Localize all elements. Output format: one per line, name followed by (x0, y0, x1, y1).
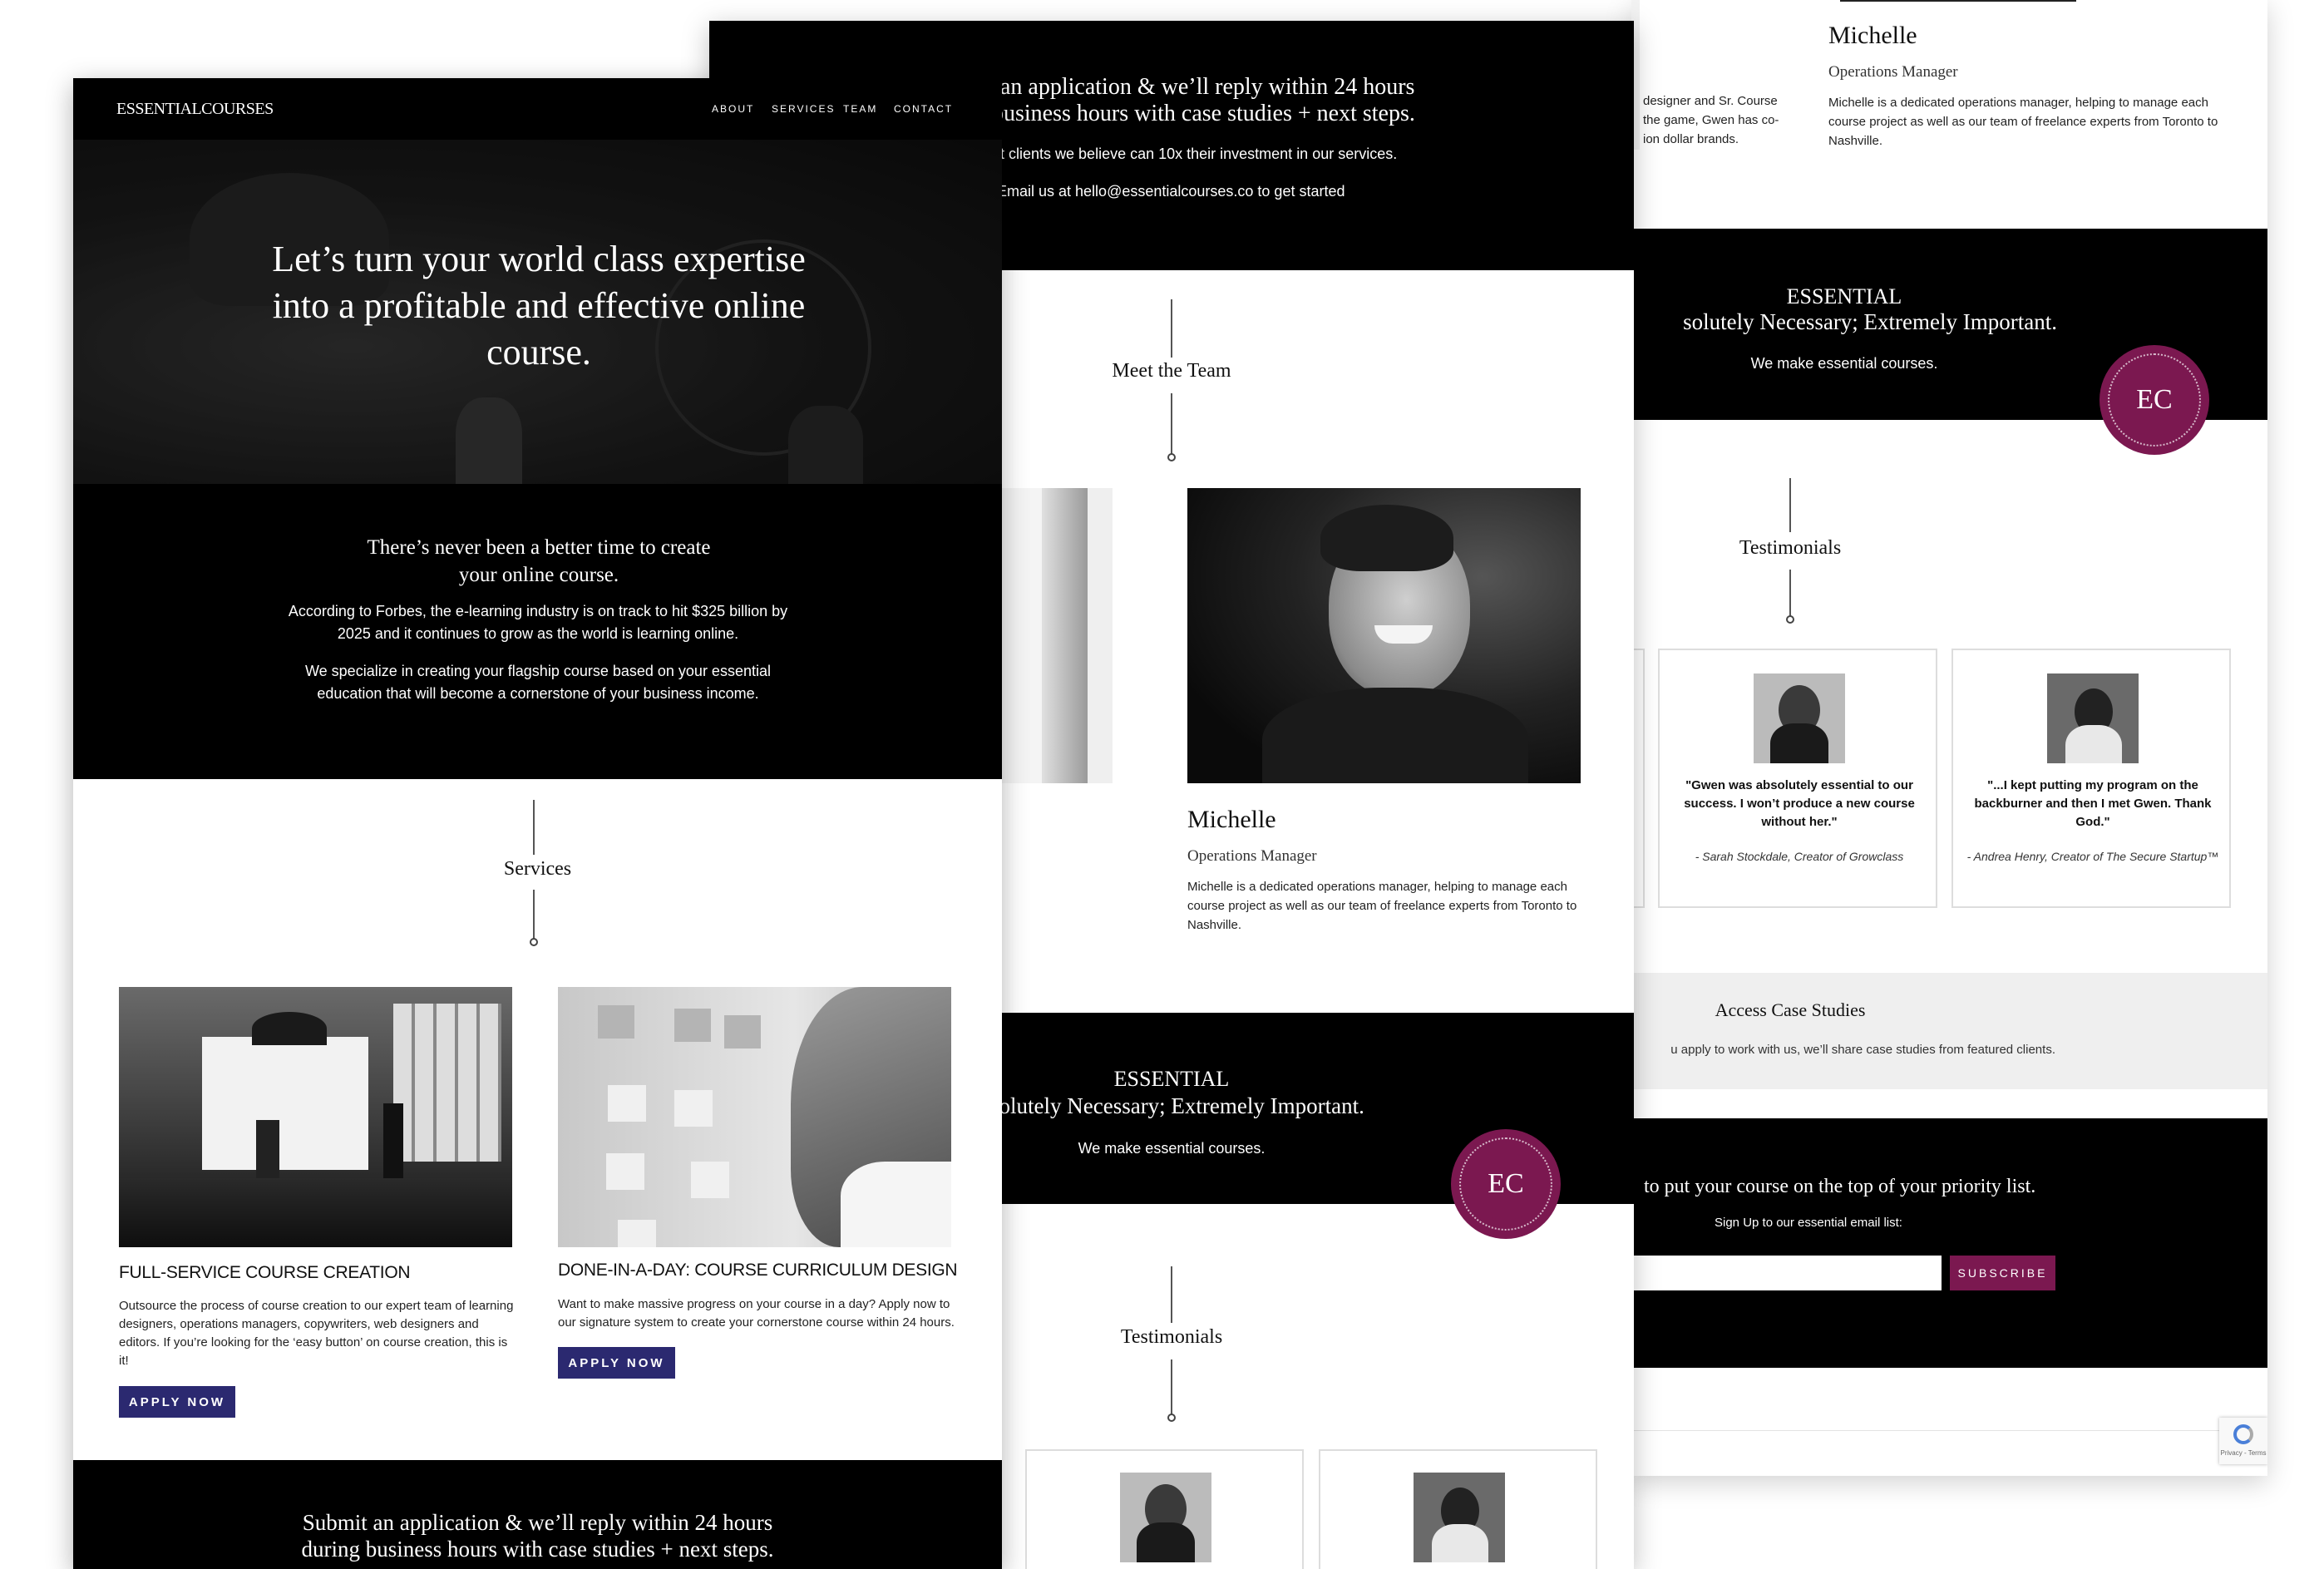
hero-title: Let’s turn your world class expertise in… (272, 239, 806, 373)
apply-now-button[interactable]: APPLY NOW (558, 1347, 675, 1379)
recaptcha-badge[interactable]: Privacy - Terms (2219, 1418, 2267, 1464)
section-line (1171, 1359, 1172, 1418)
testimonial-card (1025, 1449, 1304, 1569)
section-line (1171, 393, 1172, 456)
intro-p1: According to Forbes, the e-learning indu… (288, 603, 788, 642)
subscribe-heading: to put your course on the top of your pr… (1644, 1176, 2036, 1197)
apply-now-button[interactable]: APPLY NOW (119, 1386, 235, 1418)
subscribe-button[interactable]: SUBSCRIBE (1950, 1256, 2055, 1290)
subscribe-label: Sign Up to our essential email list: (1715, 1216, 1902, 1230)
testimonial-quote: "...I kept putting my program on the bac… (1974, 778, 2212, 829)
page-preview-front: ESSENTIALCOURSES ABOUT SERVICES TEAM CON… (73, 78, 1002, 1569)
testimonial-author: - Andrea Henry, Creator of The Secure St… (1966, 850, 2219, 863)
badge-ring (2108, 353, 2201, 447)
member-name: Michelle (1187, 806, 1276, 833)
page-preview-right: designer and Sr. Course the game, Gwen ha… (1631, 0, 2267, 1476)
divider (1840, 0, 2076, 2)
testimonials-heading: Testimonials (1739, 537, 1842, 559)
section-dot (530, 938, 538, 946)
essential-title: ESSENTIAL (1786, 284, 1902, 308)
testimonial-photo (1414, 1473, 1505, 1562)
email-input[interactable] (1631, 1256, 1942, 1290)
member-bio: Michelle is a dedicated operations manag… (1828, 96, 2218, 148)
intro-p2: We specialize in creating your flagship … (305, 663, 771, 702)
intro-heading: There’s never been a better time to crea… (367, 536, 711, 586)
testimonial-photo (1120, 1473, 1211, 1562)
submit-line2: during business hours with case studies … (301, 1537, 774, 1562)
testimonial-author: - Sarah Stockdale, Creator of Growclass (1695, 850, 1904, 863)
subscribe-band (1631, 1118, 2267, 1368)
ec-badge: EC (1451, 1129, 1561, 1239)
badge-ring (1459, 1137, 1552, 1231)
nav-team[interactable]: TEAM (843, 103, 877, 115)
section-line (1789, 570, 1791, 618)
team-photo-michelle (1187, 488, 1581, 783)
member-bio: Michelle is a dedicated operations manag… (1187, 880, 1577, 932)
member-role: Operations Manager (1187, 847, 1317, 865)
section-line (533, 890, 535, 941)
case-studies-heading[interactable]: Access Case Studies (1631, 999, 1949, 1021)
service-photo-curriculum (558, 987, 951, 1247)
testimonial-quote: "Gwen was absolutely essential to our su… (1684, 778, 1915, 829)
section-line (1789, 478, 1791, 532)
section-dot (1167, 453, 1176, 461)
service-desc-day: Want to make massive progress on your co… (558, 1297, 955, 1330)
footer-divider (1631, 1430, 2267, 1431)
section-dot (1786, 615, 1794, 624)
member-name: Michelle (1828, 22, 1917, 49)
testimonial-card: "Gwen was absolutely essential to our su… (1658, 649, 1937, 908)
testimonial-card: "...I kept putting my program on the bac… (1951, 649, 2231, 908)
service-photo-studio (119, 987, 512, 1247)
nav-about[interactable]: ABOUT (712, 103, 754, 115)
case-studies-text: u apply to work with us, we’ll share cas… (1670, 1043, 2055, 1057)
team-left-desc: designer and Sr. Coursethe game, Gwen ha… (1643, 94, 1779, 146)
service-title-day: DONE-IN-A-DAY: COURSE CURRICULUM DESIGN (558, 1261, 958, 1280)
section-line (1171, 299, 1172, 358)
nav-contact[interactable]: CONTACT (894, 103, 953, 115)
recaptcha-icon (2233, 1424, 2253, 1444)
brand-logo[interactable]: ESSENTIALCOURSES (116, 100, 274, 119)
recaptcha-text: Privacy - Terms (2220, 1449, 2267, 1457)
case-studies-section (1631, 973, 2267, 1089)
testimonial-photo (2047, 673, 2139, 763)
member-role: Operations Manager (1828, 63, 1958, 81)
essential-sub: We make essential courses. (1750, 355, 1938, 372)
services-heading: Services (503, 858, 572, 880)
section-line (1171, 1266, 1172, 1323)
testimonial-card (1319, 1449, 1597, 1569)
section-line (533, 800, 535, 855)
service-desc-full: Outsource the process of course creation… (119, 1299, 514, 1368)
nav-services[interactable]: SERVICES (772, 103, 835, 115)
essential-tagline: solutely Necessary; Extremely Important. (1683, 309, 2057, 334)
testimonial-photo (1754, 673, 1845, 763)
submit-line1: Submit an application & we’ll reply with… (302, 1510, 773, 1535)
section-dot (1167, 1414, 1176, 1422)
ec-badge: EC (2099, 345, 2209, 455)
service-title-full: FULL-SERVICE COURSE CREATION (119, 1263, 411, 1282)
